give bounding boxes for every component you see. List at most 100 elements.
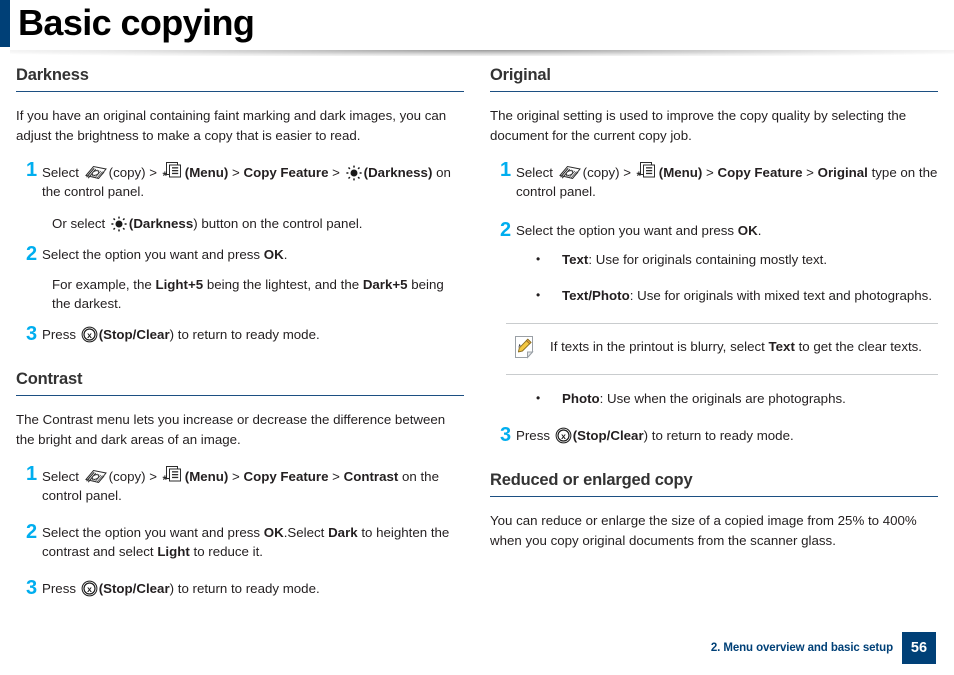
emphasis-text: Light — [157, 544, 190, 559]
copy-stack-icon — [84, 164, 108, 181]
step-text: Press x (Stop/Clear) to return to ready m… — [516, 427, 794, 444]
list-item-text: Text: Use for originals containing mostl… — [562, 252, 828, 267]
section-rule — [490, 496, 938, 497]
section-heading-original: Original — [490, 66, 551, 84]
emphasis-text: Dark — [328, 525, 358, 540]
emphasis-text: (Menu) — [184, 469, 229, 484]
step-sub-text: Or select (Darkness) button on the contr… — [52, 216, 363, 232]
section-intro-darkness: If you have an original containing faint… — [16, 108, 447, 143]
page-title: Basic copying — [18, 2, 255, 43]
svg-text:*: * — [162, 169, 167, 181]
footer-page-number: 56 — [902, 632, 936, 664]
content-columns: Darkness If you have an original contain… — [0, 66, 954, 607]
svg-text:*: * — [636, 169, 641, 181]
page-header: Basic copying — [0, 0, 954, 56]
step-number: 2 — [500, 219, 512, 241]
step-item: 3 Press x (Stop/Clear) to return to ready… — [490, 425, 938, 445]
step-item: 2 Select the option you want and press O… — [490, 220, 938, 240]
brightness-icon — [110, 216, 128, 232]
right-column: Original The original setting is used to… — [490, 66, 938, 607]
note-text: If texts in the printout is blurry, sele… — [550, 339, 923, 354]
note-callout: If texts in the printout is blurry, sele… — [506, 323, 938, 375]
step-number: 2 — [26, 243, 38, 265]
step-item: 2 Select the option you want and press O… — [16, 244, 464, 264]
emphasis-text: Contrast — [343, 469, 399, 484]
step-text: Select the option you want and press OK. — [42, 247, 288, 262]
step-item: 3 Press x (Stop/Clear) to return to ready… — [16, 324, 464, 344]
step-number: 2 — [26, 521, 38, 543]
emphasis-text: (Stop/Clear — [572, 428, 644, 443]
step-item: 2 Select the option you want and press O… — [16, 522, 464, 561]
emphasis-text: Copy Feature — [717, 165, 803, 180]
list-item: • Photo: Use when the originals are phot… — [536, 389, 938, 408]
step-sub-text: For example, the Light+5 being the light… — [52, 277, 444, 311]
emphasis-text: Text — [768, 339, 795, 354]
svg-text:x: x — [87, 330, 92, 340]
section-intro-reduced-enlarged: You can reduce or enlarge the size of a … — [490, 513, 917, 548]
step-text: Select (copy) > * (Menu) > Copy Feature >… — [42, 464, 464, 505]
emphasis-text: Photo — [562, 391, 600, 406]
copy-stack-icon — [558, 164, 582, 181]
step-number: 3 — [26, 323, 38, 345]
section-contrast: Contrast The Contrast menu lets you incr… — [16, 370, 464, 598]
section-rule — [16, 91, 464, 92]
emphasis-text: Copy Feature — [243, 469, 329, 484]
brightness-icon — [345, 165, 363, 181]
menu-icon: * — [636, 161, 658, 181]
emphasis-text: (Menu) — [184, 165, 229, 180]
emphasis-text: Text — [562, 252, 589, 267]
step-item: 1 Select (copy) > * (Menu) > Copy Feature… — [16, 464, 464, 505]
step-text: Select the option you want and press OK. — [516, 223, 762, 238]
stop-clear-icon: x — [81, 326, 98, 343]
title-divider — [10, 50, 954, 56]
step-text: Select (copy) > * (Menu) > Copy Feature >… — [42, 160, 464, 201]
menu-icon: * — [162, 465, 184, 485]
section-heading-contrast: Contrast — [16, 370, 83, 388]
emphasis-text: Text/Photo — [562, 288, 630, 303]
emphasis-text: OK — [737, 223, 758, 238]
section-intro-original: The original setting is used to improve … — [490, 108, 907, 143]
note-pencil-icon — [506, 333, 550, 365]
emphasis-text: Dark+5 — [362, 277, 408, 292]
step-text: Press x (Stop/Clear) to return to ready m… — [42, 580, 320, 597]
section-heading-darkness: Darkness — [16, 66, 89, 84]
emphasis-text: (Menu) — [658, 165, 703, 180]
step-number: 1 — [26, 463, 38, 485]
list-item-text: Text/Photo: Use for originals with mixed… — [562, 288, 933, 303]
footer-chapter-label: 2. Menu overview and basic setup — [710, 642, 893, 654]
svg-text:x: x — [561, 431, 566, 441]
stop-clear-icon: x — [555, 427, 572, 444]
emphasis-text: Original — [817, 165, 868, 180]
section-darkness: Darkness If you have an original contain… — [16, 66, 464, 344]
emphasis-text: (Stop/Clear — [98, 327, 170, 342]
svg-text:*: * — [162, 473, 167, 485]
step-item: 3 Press x (Stop/Clear) to return to ready… — [16, 578, 464, 598]
emphasis-text: OK — [263, 247, 284, 262]
section-reduced-enlarged: Reduced or enlarged copy You can reduce … — [490, 471, 938, 551]
emphasis-text: Light+5 — [155, 277, 204, 292]
step-number: 3 — [500, 424, 512, 446]
section-rule — [16, 395, 464, 396]
list-item-text: Photo: Use when the originals are photog… — [562, 391, 846, 406]
bullet-marker: • — [536, 391, 541, 405]
step-text: Press x (Stop/Clear) to return to ready m… — [42, 326, 320, 343]
step-text: Select the option you want and press OK.… — [42, 525, 450, 559]
step-text: Select (copy) > * (Menu) > Copy Feature >… — [516, 160, 938, 201]
emphasis-text: (Stop/Clear — [98, 581, 170, 596]
step-item: 1 Select (copy) > * (Menu) > Copy Feature… — [16, 160, 464, 201]
section-original: Original The original setting is used to… — [490, 66, 938, 445]
list-item: • Text: Use for originals containing mos… — [536, 250, 938, 269]
page-footer: 2. Menu overview and basic setup 56 — [711, 632, 936, 664]
section-rule — [490, 91, 938, 92]
left-column: Darkness If you have an original contain… — [16, 66, 464, 607]
bullet-marker: • — [536, 288, 541, 302]
copy-stack-icon — [84, 468, 108, 485]
section-intro-contrast: The Contrast menu lets you increase or d… — [16, 412, 446, 447]
emphasis-text: (Darkness — [128, 216, 194, 231]
list-item: • Text/Photo: Use for originals with mix… — [536, 286, 938, 305]
emphasis-text: (Darkness) — [363, 165, 433, 180]
stop-clear-icon: x — [81, 580, 98, 597]
emphasis-text: OK — [263, 525, 284, 540]
section-heading-reduced-enlarged: Reduced or enlarged copy — [490, 471, 693, 489]
step-number: 1 — [26, 159, 38, 181]
